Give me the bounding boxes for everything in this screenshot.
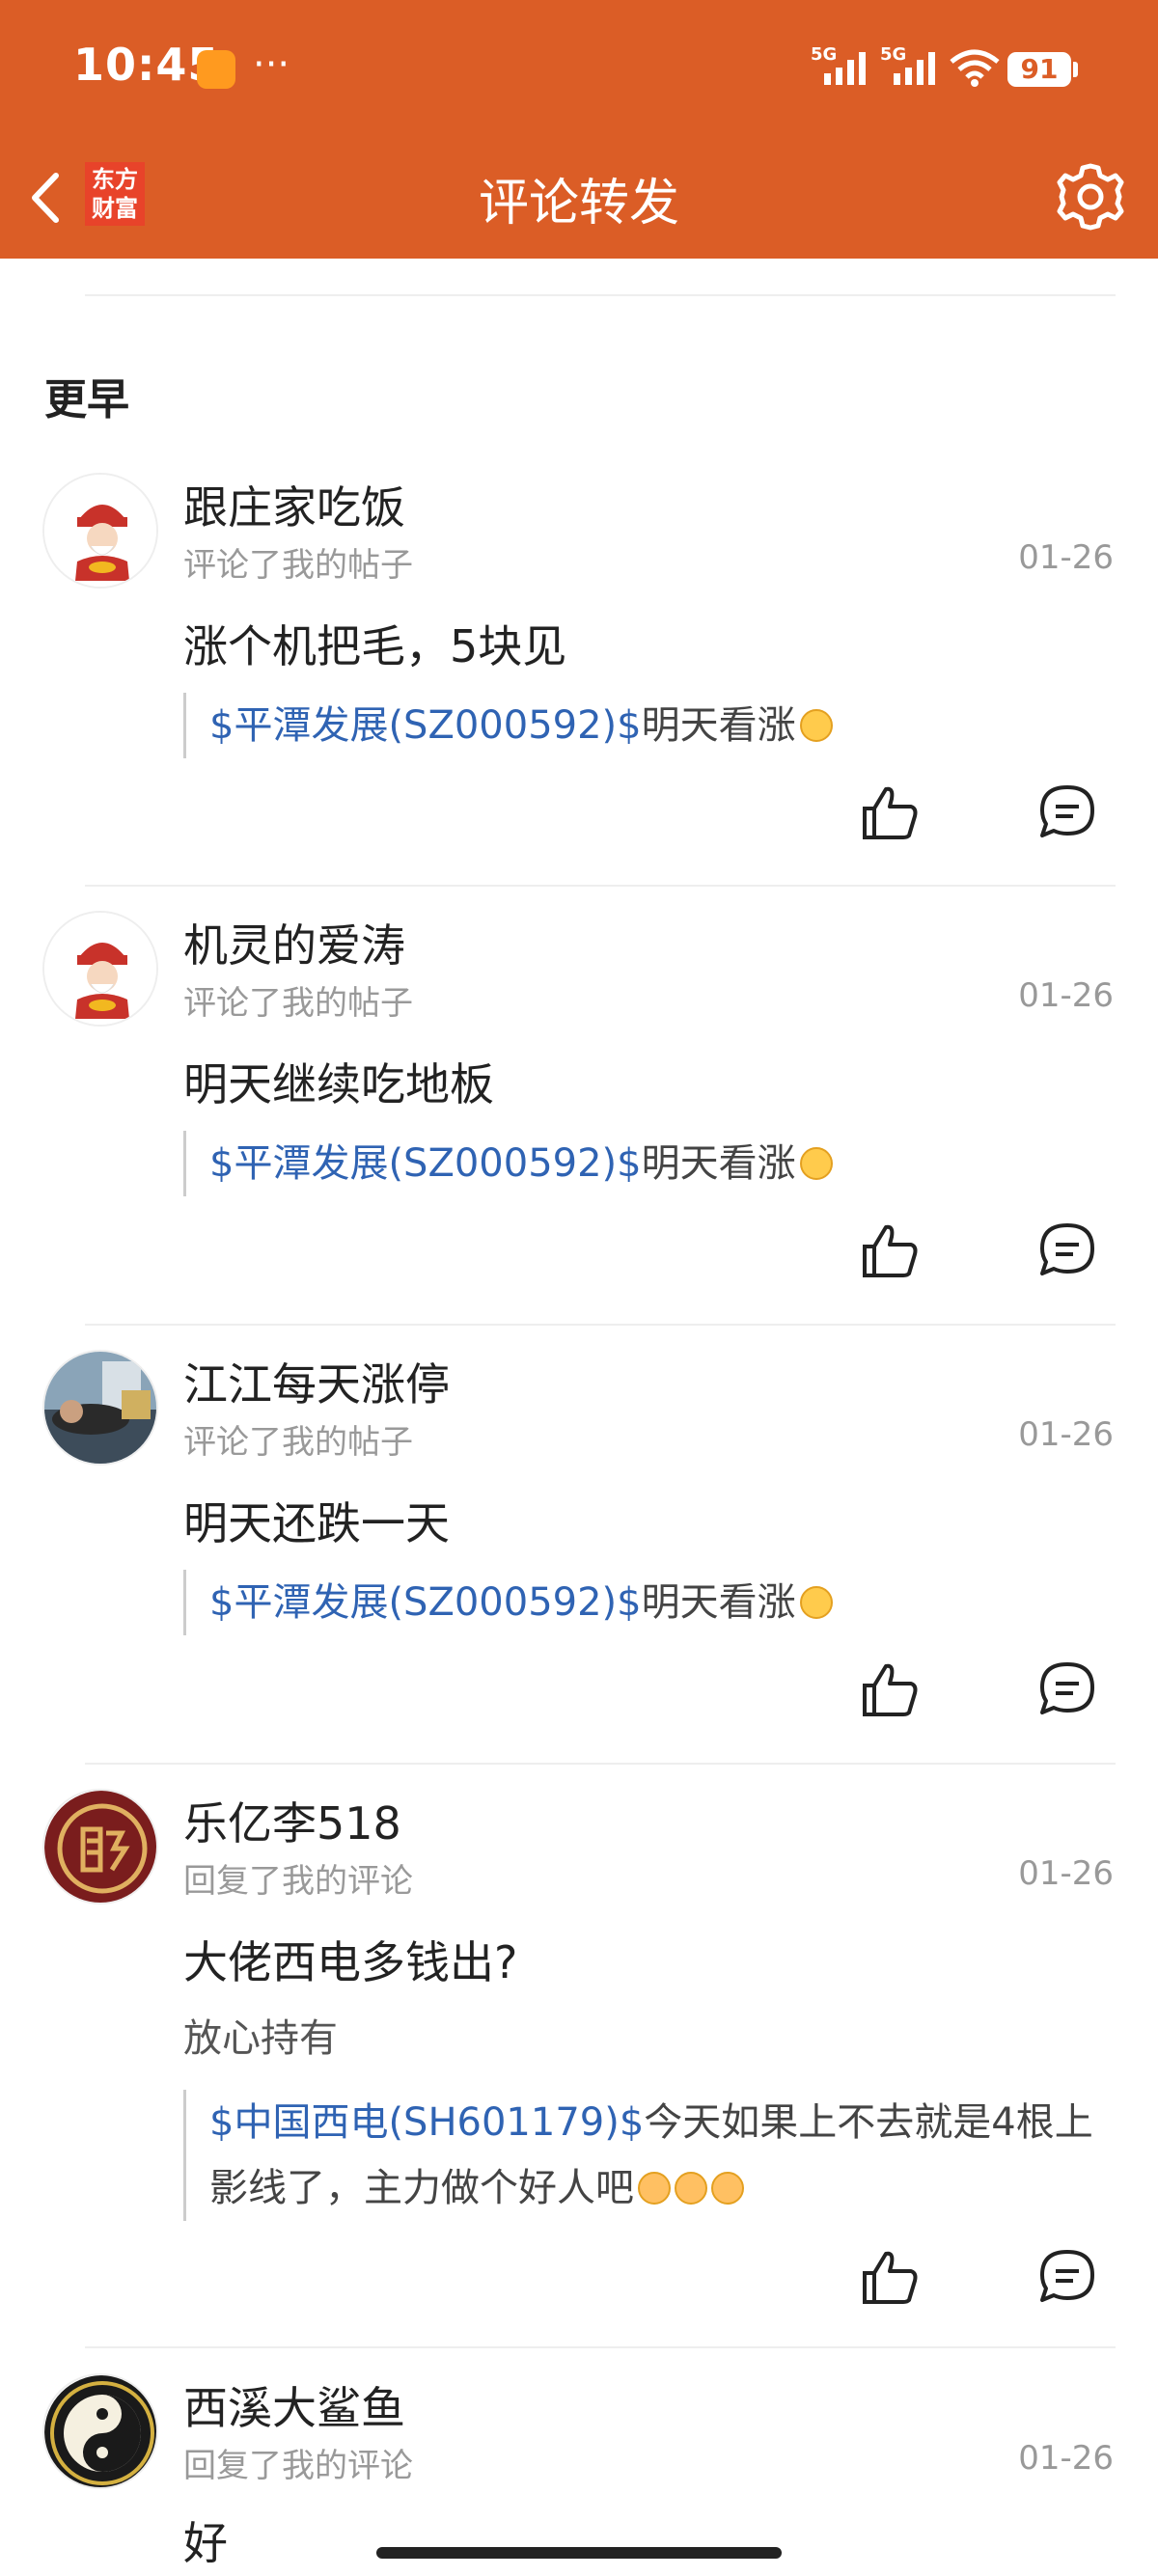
username[interactable]: 乐亿李518 xyxy=(183,1789,401,1852)
grin-emoji-icon xyxy=(799,1586,833,1619)
comment-text: 涨个机把毛，5块见 xyxy=(183,620,567,672)
notification-app-icon xyxy=(197,50,235,89)
quote-text: 明天看涨 xyxy=(641,1580,796,1625)
signal-label-2: 5G xyxy=(880,44,906,65)
action-text: 评论了我的帖子 xyxy=(183,546,413,585)
pleading-emoji-icon xyxy=(711,2172,744,2205)
more-notifications-icon: ··· xyxy=(253,42,290,87)
avatar[interactable] xyxy=(42,911,158,1027)
battery-indicator: 91 xyxy=(1007,52,1071,87)
avatar[interactable] xyxy=(42,473,158,589)
action-text: 评论了我的帖子 xyxy=(183,1423,413,1462)
comment-bubble-icon[interactable] xyxy=(1034,2244,1100,2310)
like-thumb-icon[interactable] xyxy=(857,780,923,845)
notification-item[interactable]: 乐亿李518 回复了我的评论 01-26 大佬西电多钱出? 放心持有 $中国西电… xyxy=(0,1789,1158,2339)
date-text: 01-26 xyxy=(1018,1415,1114,1454)
action-text: 回复了我的评论 xyxy=(183,2447,413,2485)
username[interactable]: 机灵的爱涛 xyxy=(183,911,405,974)
divider xyxy=(85,1324,1116,1326)
page-title: 评论转发 xyxy=(478,175,679,233)
comment-text: 明天还跌一天 xyxy=(183,1497,450,1549)
home-indicator[interactable] xyxy=(376,2547,782,2559)
photo-avatar-icon xyxy=(44,1352,156,1464)
comment-bubble-icon[interactable] xyxy=(1034,1657,1100,1722)
grin-emoji-icon xyxy=(799,709,833,742)
date-text: 01-26 xyxy=(1018,1854,1114,1893)
god-of-wealth-avatar-icon xyxy=(44,913,156,1025)
stock-tag-link[interactable]: $平潭发展(SZ000592)$ xyxy=(209,1580,642,1625)
navigation-bar: 东方 财富 评论转发 xyxy=(0,145,1158,259)
notification-item[interactable]: 跟庄家吃饭 评论了我的帖子 01-26 涨个机把毛，5块见 $平潭发展(SZ00… xyxy=(0,473,1158,878)
action-text: 评论了我的帖子 xyxy=(183,984,413,1023)
notification-item[interactable]: 机灵的爱涛 评论了我的帖子 01-26 明天继续吃地板 $平潭发展(SZ0005… xyxy=(0,911,1158,1316)
date-text: 01-26 xyxy=(1018,538,1114,577)
quoted-post[interactable]: $平潭发展(SZ000592)$明天看涨 xyxy=(183,1131,1110,1196)
battery-tip xyxy=(1073,62,1078,77)
avatar[interactable] xyxy=(42,1350,158,1466)
signal-label-1: 5G xyxy=(811,44,837,65)
avatar[interactable] xyxy=(42,1789,158,1905)
divider xyxy=(85,1763,1116,1765)
like-thumb-icon[interactable] xyxy=(857,1218,923,1283)
pleading-emoji-icon xyxy=(638,2172,671,2205)
section-title: 更早 xyxy=(44,375,129,425)
pleading-emoji-icon xyxy=(675,2172,707,2205)
divider xyxy=(85,294,1116,296)
username[interactable]: 江江每天涨停 xyxy=(183,1350,450,1413)
stock-tag-link[interactable]: $中国西电(SH601179)$ xyxy=(209,2100,644,2145)
date-text: 01-26 xyxy=(1018,976,1114,1015)
god-of-wealth-avatar-icon xyxy=(44,475,156,587)
stock-tag-link[interactable]: $平潭发展(SZ000592)$ xyxy=(209,1141,642,1186)
comment-text: 好 xyxy=(183,2517,228,2569)
stock-tag-link[interactable]: $平潭发展(SZ000592)$ xyxy=(209,703,642,748)
quote-text: 明天看涨 xyxy=(641,703,796,748)
comment-text: 明天继续吃地板 xyxy=(183,1058,494,1110)
header-bar: 10:45 ··· 5G 5G 91 东方 财富 评论转发 xyxy=(0,0,1158,259)
comment-bubble-icon[interactable] xyxy=(1034,1218,1100,1283)
like-thumb-icon[interactable] xyxy=(857,2244,923,2310)
grin-emoji-icon xyxy=(799,1147,833,1180)
date-text: 01-26 xyxy=(1018,2439,1114,2478)
quote-text: 明天看涨 xyxy=(641,1141,796,1186)
wifi-icon xyxy=(950,49,1000,87)
username[interactable]: 西溪大鲨鱼 xyxy=(183,2373,405,2437)
notification-item[interactable]: 西溪大鲨鱼 回复了我的评论 01-26 好 xyxy=(0,2373,1158,2576)
quoted-post[interactable]: $中国西电(SH601179)$今天如果上不去就是4根上影线了，主力做个好人吧 xyxy=(183,2090,1110,2221)
action-text: 回复了我的评论 xyxy=(183,1862,413,1901)
comment-text: 大佬西电多钱出? xyxy=(183,1936,518,1988)
wealth-character-avatar-icon xyxy=(44,1791,156,1903)
cellular-signal-2-icon: 5G xyxy=(880,44,935,85)
notification-item[interactable]: 江江每天涨停 评论了我的帖子 01-26 明天还跌一天 $平潭发展(SZ0005… xyxy=(0,1350,1158,1755)
divider xyxy=(85,885,1116,887)
reply-text: 放心持有 xyxy=(183,2016,338,2061)
divider xyxy=(85,2346,1116,2348)
quoted-post[interactable]: $平潭发展(SZ000592)$明天看涨 xyxy=(183,1570,1110,1635)
settings-gear-icon[interactable] xyxy=(1052,158,1129,235)
quoted-post[interactable]: $平潭发展(SZ000592)$明天看涨 xyxy=(183,693,1110,758)
cellular-signal-icon: 5G xyxy=(811,44,866,85)
like-thumb-icon[interactable] xyxy=(857,1657,923,1722)
avatar[interactable] xyxy=(42,2373,158,2489)
comment-bubble-icon[interactable] xyxy=(1034,780,1100,845)
status-bar: 10:45 ··· 5G 5G 91 xyxy=(0,0,1158,135)
username[interactable]: 跟庄家吃饭 xyxy=(183,473,405,536)
yin-yang-avatar-icon xyxy=(44,2375,156,2487)
